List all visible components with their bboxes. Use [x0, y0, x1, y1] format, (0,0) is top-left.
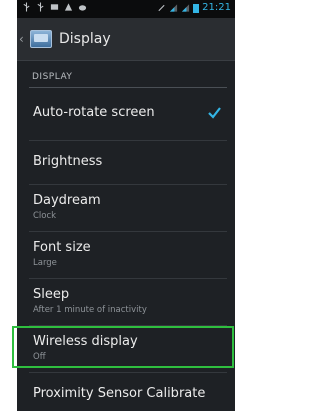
warning-icon [64, 3, 73, 11]
display-settings-icon[interactable] [30, 30, 52, 48]
setting-title: Daydream [33, 193, 101, 208]
setting-subtitle: Clock [33, 211, 57, 221]
clock: 21:21 [202, 2, 231, 13]
setting-sleep[interactable]: Sleep After 1 minute of inactivity [17, 279, 235, 324]
setting-brightness[interactable]: Brightness [17, 141, 235, 183]
wireless-display-highlight-box [12, 326, 234, 368]
checkbox-checked-icon[interactable] [207, 106, 221, 120]
signal-icon [170, 4, 178, 12]
setting-title: Auto-rotate screen [33, 105, 155, 120]
section-header: DISPLAY [32, 72, 73, 82]
setting-daydream[interactable]: Daydream Clock [17, 185, 235, 230]
setting-subtitle: After 1 minute of inactivity [33, 305, 147, 315]
action-bar[interactable]: ‹ Display [17, 18, 235, 60]
page-title: Display [59, 31, 111, 47]
setting-title: Brightness [33, 154, 103, 169]
setting-title: Font size [33, 240, 91, 255]
mute-icon [158, 4, 165, 12]
setting-font-size[interactable]: Font size Large [17, 232, 235, 277]
setting-title: Proximity Sensor Calibrate [33, 386, 206, 401]
cat-icon [78, 5, 87, 11]
action-bar-divider [17, 60, 235, 61]
status-bar: 21:21 [17, 0, 235, 18]
notification-icons [22, 2, 87, 12]
signal-icon [182, 4, 190, 12]
image-icon [50, 4, 59, 10]
setting-auto-rotate[interactable]: Auto-rotate screen [17, 88, 235, 138]
system-icons: 21:21 [157, 2, 231, 14]
usb-debug-icon [37, 2, 44, 12]
setting-title: Sleep [33, 287, 70, 302]
setting-subtitle: Large [33, 258, 57, 268]
back-chevron-icon[interactable]: ‹ [19, 32, 27, 46]
setting-proximity-sensor-calibrate[interactable]: Proximity Sensor Calibrate [17, 373, 235, 411]
battery-icon [193, 4, 200, 13]
usb-icon [23, 2, 30, 12]
